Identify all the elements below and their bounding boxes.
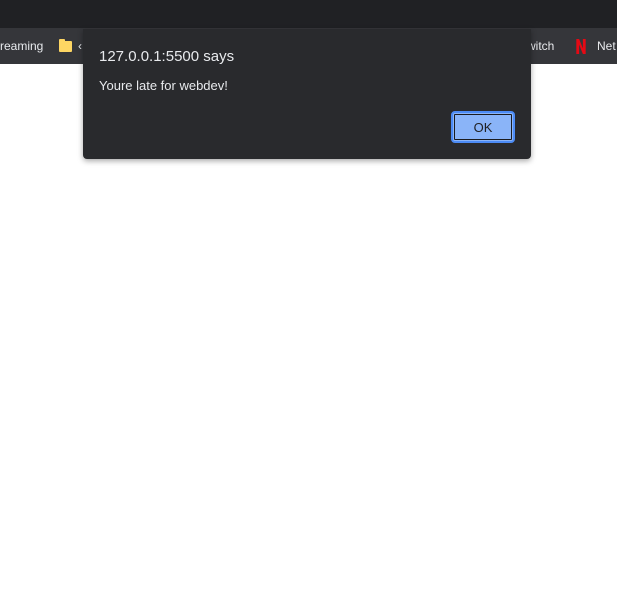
bookmark-twitch[interactable]: witch xyxy=(527,28,559,64)
bookmark-label: reaming xyxy=(0,39,44,53)
bookmark-folder[interactable]: ‹ xyxy=(58,28,82,64)
folder-icon xyxy=(59,38,72,52)
bookmark-label: witch xyxy=(527,39,555,53)
bookmark-netflix[interactable]: Net xyxy=(575,28,617,64)
alert-dialog: 127.0.0.1:5500 says Youre late for webde… xyxy=(83,29,531,159)
bookmark-label: Net xyxy=(597,39,616,53)
bookmark-streaming[interactable]: reaming xyxy=(0,28,48,64)
ok-button[interactable]: OK xyxy=(451,111,515,143)
browser-tab-strip xyxy=(0,0,617,28)
dialog-message: Youre late for webdev! xyxy=(99,78,228,93)
bookmark-label: ‹ xyxy=(78,39,82,53)
netflix-icon xyxy=(576,38,586,54)
dialog-title: 127.0.0.1:5500 says xyxy=(99,48,235,65)
